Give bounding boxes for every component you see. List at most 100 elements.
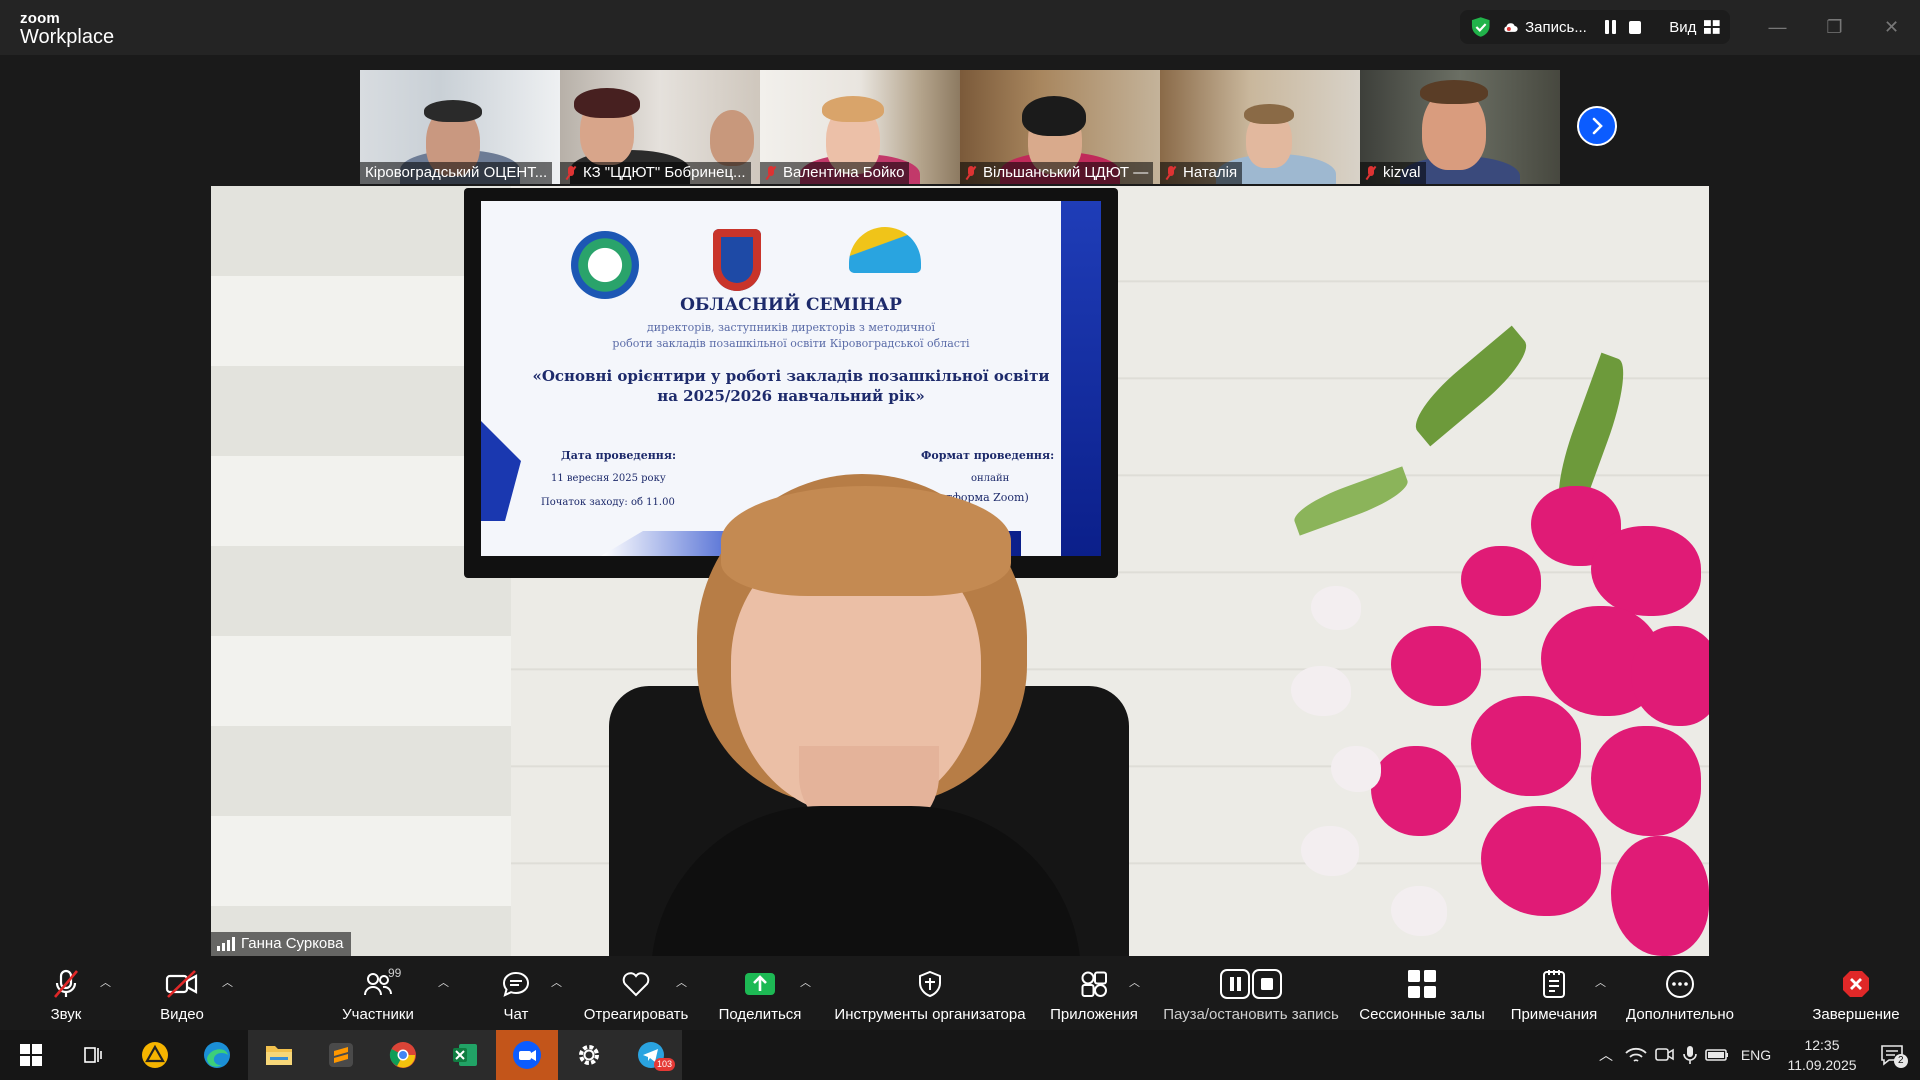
- participant-tile[interactable]: kizval: [1360, 70, 1560, 184]
- chevron-right-icon: [1592, 117, 1603, 135]
- notes-options-chevron-up-icon[interactable]: ︿: [1595, 974, 1607, 989]
- participant-tile[interactable]: КЗ "ЦДЮТ" Бобринец...: [560, 70, 760, 184]
- next-page-button[interactable]: [1577, 106, 1617, 146]
- react-options-chevron-up-icon[interactable]: ︿: [676, 974, 688, 989]
- muted-mic-icon: [1365, 166, 1377, 180]
- taskbar-app-sublime[interactable]: [310, 1030, 372, 1080]
- muted-mic-icon: [565, 166, 577, 180]
- slide-theme-2: на 2025/2026 навчальний рік»: [657, 387, 925, 405]
- taskbar-app-excel[interactable]: [434, 1030, 496, 1080]
- warning-triangle-app-icon: [142, 1042, 168, 1068]
- notification-center-button[interactable]: 2: [1864, 1030, 1920, 1080]
- taskbar-app-chrome[interactable]: [372, 1030, 434, 1080]
- security-shield-icon[interactable]: [1470, 16, 1491, 38]
- system-tray: ︿ ENG 12:35 11.09.2025 2: [1590, 1030, 1920, 1080]
- system-clock[interactable]: 12:35 11.09.2025: [1780, 1035, 1864, 1075]
- window-controls: — ❐ ✕: [1749, 0, 1920, 55]
- title-bar: zoom Workplace Запись... Вид — ❐ ✕: [0, 0, 1920, 55]
- wifi-icon[interactable]: [1622, 1045, 1650, 1065]
- participant-strip: Кіровоградський ОЦЕНТ... КЗ "ЦДЮТ" Бобри…: [360, 70, 1560, 184]
- stop-recording-icon[interactable]: [1628, 20, 1642, 34]
- taskbar-app-settings[interactable]: [558, 1030, 620, 1080]
- slide-title: ОБЛАСНИЙ СЕМІНАР: [680, 295, 902, 315]
- participant-name: Вільшанський ЦДЮТ —: [960, 162, 1154, 184]
- start-button[interactable]: [0, 1030, 62, 1080]
- share-options-chevron-up-icon[interactable]: ︿: [800, 974, 812, 989]
- heart-icon: [616, 966, 656, 1002]
- taskbar-app-edge[interactable]: [186, 1030, 248, 1080]
- task-view-button[interactable]: [62, 1030, 124, 1080]
- participant-tile[interactable]: Наталія: [1160, 70, 1360, 184]
- participant-tile[interactable]: Валентина Бойко: [760, 70, 960, 184]
- file-explorer-icon: [266, 1046, 292, 1065]
- video-button[interactable]: Видео: [160, 956, 204, 1030]
- input-language[interactable]: ENG: [1732, 1047, 1780, 1063]
- muted-microphone-icon: [46, 966, 86, 1002]
- view-button[interactable]: Вид: [1669, 19, 1696, 36]
- breakout-rooms-button[interactable]: Сессионные залы: [1358, 956, 1486, 1030]
- participant-name: КЗ "ЦДЮТ" Бобринец...: [560, 162, 751, 184]
- edge-browser-icon: [204, 1042, 230, 1068]
- participant-name: Валентина Бойко: [760, 162, 910, 184]
- brand-large: Workplace: [20, 26, 115, 48]
- view-grid-icon[interactable]: [1704, 20, 1721, 34]
- muted-mic-icon: [1165, 166, 1177, 180]
- meeting-toolbar: Звук ︿ Видео ︿ 99 Участники ︿ Чат ︿ Отре…: [0, 956, 1920, 1030]
- chat-button[interactable]: Чат: [498, 956, 534, 1030]
- react-button[interactable]: Отреагировать: [584, 956, 688, 1030]
- pause-recording-icon[interactable]: [1604, 20, 1617, 34]
- participant-name: Кіровоградський ОЦЕНТ...: [360, 162, 553, 184]
- host-tools-button[interactable]: Инструменты организатора: [830, 956, 1030, 1030]
- clock-time: 12:35: [1804, 1037, 1840, 1053]
- share-button[interactable]: Поделиться: [718, 956, 802, 1030]
- participants-options-chevron-up-icon[interactable]: ︿: [438, 974, 450, 989]
- slide-subtitle-2: роботи закладів позашкільної освіти Кіро…: [612, 337, 970, 350]
- speaker-video[interactable]: ОБЛАСНИЙ СЕМІНАР директорів, заступників…: [211, 186, 1709, 956]
- notes-icon: [1534, 966, 1574, 1002]
- participants-button[interactable]: 99 Участники: [340, 956, 416, 1030]
- chrome-browser-icon: [389, 1042, 416, 1068]
- close-button[interactable]: ✕: [1863, 0, 1920, 55]
- muted-mic-icon: [965, 166, 977, 180]
- participant-tile[interactable]: Вільшанський ЦДЮТ —: [960, 70, 1160, 184]
- taskbar-app-explorer[interactable]: [248, 1030, 310, 1080]
- participants-count: 99: [388, 966, 402, 980]
- gear-icon: [579, 1045, 599, 1065]
- taskbar-app-zoom[interactable]: [496, 1030, 558, 1080]
- taskbar-app-vpn[interactable]: [124, 1030, 186, 1080]
- audio-button[interactable]: Звук: [44, 956, 88, 1030]
- apps-button[interactable]: Приложения: [1046, 956, 1142, 1030]
- audio-options-chevron-up-icon[interactable]: ︿: [100, 974, 112, 989]
- muted-mic-icon: [765, 166, 777, 180]
- slide-start-label: Початок заходу: об 11.00: [541, 497, 675, 508]
- video-options-chevron-up-icon[interactable]: ︿: [222, 974, 234, 989]
- restore-button[interactable]: ❐: [1806, 0, 1863, 55]
- show-hidden-icons-chevron-up-icon[interactable]: ︿: [1590, 1045, 1622, 1065]
- camera-in-use-icon[interactable]: [1650, 1045, 1678, 1065]
- taskbar-app-telegram[interactable]: 103: [620, 1030, 682, 1080]
- chat-options-chevron-up-icon[interactable]: ︿: [551, 974, 563, 989]
- apps-options-chevron-up-icon[interactable]: ︿: [1129, 974, 1141, 989]
- slide-format-label: Формат проведення:: [921, 449, 1055, 462]
- participant-tile[interactable]: Кіровоградський ОЦЕНТ...: [360, 70, 560, 184]
- sun-wave-logo: [849, 227, 921, 273]
- app-logo: zoom Workplace: [20, 11, 114, 47]
- windows-logo-icon: [20, 1044, 42, 1066]
- video-off-icon: [162, 966, 202, 1002]
- apps-icon: [1074, 966, 1114, 1002]
- microphone-in-use-icon[interactable]: [1678, 1045, 1702, 1065]
- minimize-button[interactable]: —: [1749, 0, 1806, 55]
- more-button[interactable]: Дополнительно: [1624, 956, 1736, 1030]
- sublime-text-icon: [329, 1043, 353, 1067]
- cloud-record-icon: [1504, 23, 1519, 32]
- pause-stop-recording-button[interactable]: Пауза/остановить запись: [1156, 956, 1346, 1030]
- speaker-name-tag: Ганна Суркова: [211, 932, 352, 956]
- battery-icon[interactable]: [1702, 1045, 1732, 1065]
- notes-button[interactable]: Примечания: [1508, 956, 1600, 1030]
- excel-icon: [453, 1044, 477, 1066]
- pause-stop-icon: [1218, 966, 1284, 1002]
- task-view-icon: [84, 1047, 102, 1063]
- connection-signal-icon: [217, 937, 235, 951]
- end-meeting-button[interactable]: Завершение: [1812, 956, 1900, 1030]
- share-screen-icon: [740, 966, 780, 1002]
